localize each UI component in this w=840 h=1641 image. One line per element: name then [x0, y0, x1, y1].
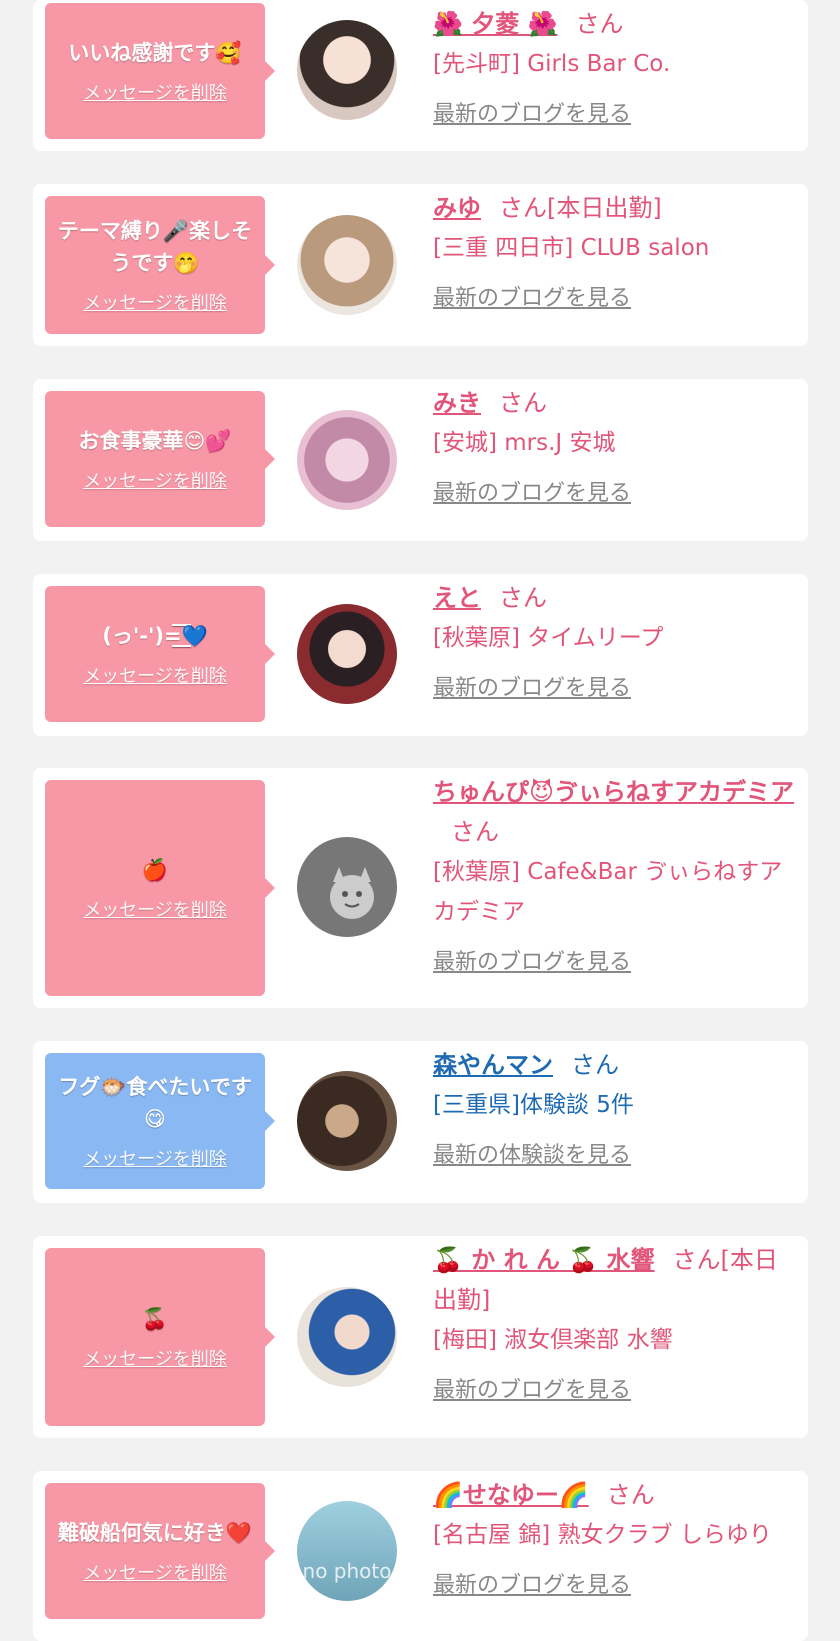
latest-blog-link[interactable]: 最新のブログを見る — [433, 1372, 798, 1404]
latest-blog-link[interactable]: 最新のブログを見る — [433, 96, 798, 128]
name-suffix: さん — [571, 1051, 619, 1079]
message-text: 🍒 — [141, 1307, 169, 1331]
message-bubble: 🍒 メッセージを削除 — [45, 1248, 275, 1426]
message-bubble: 🍎 メッセージを削除 — [45, 780, 275, 996]
cast-name-link[interactable]: みゆ — [433, 194, 481, 222]
message-text: いいね感謝です🥰 — [68, 41, 242, 65]
message-card: フグ🐡食べたいです😋 メッセージを削除 森やんマン さん [三重県]体験談 5件 … — [33, 1041, 808, 1203]
shop-label: [秋葉原] タイムリープ — [433, 625, 664, 651]
message-card: お食事豪華😊💕 メッセージを削除 みき さん [安城] mrs.J 安城 最新のブ… — [33, 379, 808, 541]
delete-message-link[interactable]: メッセージを削除 — [83, 79, 227, 105]
shop-label: [梅田] 淑女倶楽部 水響 — [433, 1327, 673, 1353]
delete-message-link[interactable]: メッセージを削除 — [83, 1145, 227, 1171]
message-bubble: フグ🐡食べたいです😋 メッセージを削除 — [45, 1053, 275, 1189]
message-card: 🍎 メッセージを削除 ちゅんぴ😈ゔぃらねすアカデミアさん [秋葉原] Cafe&… — [33, 768, 808, 1008]
message-text: テーマ縛り🎤楽しそうです🤭 — [57, 219, 253, 275]
name-suffix: さん — [499, 389, 547, 417]
name-suffix: さん — [606, 1481, 655, 1509]
delete-message-link[interactable]: メッセージを削除 — [83, 289, 227, 315]
avatar[interactable]: no photo — [297, 1501, 397, 1601]
mascot-icon — [330, 867, 374, 919]
name-suffix: さん — [499, 584, 547, 612]
avatar[interactable] — [297, 410, 397, 510]
message-text: フグ🐡食べたいです😋 — [58, 1075, 252, 1131]
no-photo-label: no photo — [302, 1559, 392, 1583]
message-text: お食事豪華😊💕 — [78, 429, 232, 453]
latest-blog-link[interactable]: 最新のブログを見る — [433, 944, 798, 976]
name-suffix: さん[本日出勤] — [499, 194, 662, 222]
message-card: いいね感謝です🥰 メッセージを削除 🌺 夕菱 🌺 さん [先斗町] Girls B… — [33, 0, 808, 151]
cast-name-link[interactable]: ちゅんぴ😈ゔぃらねすアカデミア — [433, 778, 794, 806]
message-card: 🍒 メッセージを削除 🍒 か れ ん 🍒 水響 さん[本日出勤] [梅田] 淑女倶… — [33, 1236, 808, 1438]
cast-name-link[interactable]: 🍒 か れ ん 🍒 水響 — [433, 1246, 655, 1274]
avatar[interactable] — [297, 1287, 397, 1387]
delete-message-link[interactable]: メッセージを削除 — [83, 896, 227, 922]
delete-message-link[interactable]: メッセージを削除 — [83, 1345, 227, 1371]
latest-blog-link[interactable]: 最新のブログを見る — [433, 670, 798, 702]
message-bubble: 難破船何気に好き❤️ メッセージを削除 — [45, 1483, 275, 1619]
message-card: テーマ縛り🎤楽しそうです🤭 メッセージを削除 みゆ さん[本日出勤] [三重 四日… — [33, 184, 808, 346]
message-text: 🍎 — [141, 858, 169, 882]
latest-experience-link[interactable]: 最新の体験談を見る — [433, 1137, 798, 1169]
message-bubble: (っ'-')=͟͟͞͞💙 メッセージを削除 — [45, 586, 275, 722]
shop-label: [秋葉原] Cafe&Bar ゔぃらねすアカデミア — [433, 859, 783, 925]
avatar[interactable] — [297, 604, 397, 704]
cast-name-link[interactable]: 🌺 夕菱 🌺 — [433, 10, 557, 38]
message-card: 難破船何気に好き❤️ メッセージを削除 no photo 🌈せなゆー🌈 さん [名… — [33, 1471, 808, 1641]
avatar[interactable] — [297, 1071, 397, 1171]
shop-label: [安城] mrs.J 安城 — [433, 430, 616, 456]
latest-blog-link[interactable]: 最新のブログを見る — [433, 475, 798, 507]
message-text: (っ'-')=͟͟͞͞💙 — [102, 624, 208, 648]
avatar[interactable] — [297, 837, 397, 937]
latest-blog-link[interactable]: 最新のブログを見る — [433, 280, 798, 312]
cast-name-link[interactable]: えと — [433, 584, 481, 612]
message-text: 難破船何気に好き❤️ — [57, 1521, 253, 1545]
message-bubble: お食事豪華😊💕 メッセージを削除 — [45, 391, 275, 527]
message-card: (っ'-')=͟͟͞͞💙 メッセージを削除 えと さん [秋葉原] タイムリープ … — [33, 574, 808, 736]
message-bubble: いいね感謝です🥰 メッセージを削除 — [45, 3, 275, 139]
delete-message-link[interactable]: メッセージを削除 — [83, 1559, 227, 1585]
cast-name-link[interactable]: 森やんマン — [433, 1051, 553, 1079]
avatar[interactable] — [297, 215, 397, 315]
latest-blog-link[interactable]: 最新のブログを見る — [433, 1567, 798, 1599]
shop-label: [三重県]体験談 5件 — [433, 1092, 634, 1118]
message-bubble: テーマ縛り🎤楽しそうです🤭 メッセージを削除 — [45, 196, 275, 334]
message-list: いいね感謝です🥰 メッセージを削除 🌺 夕菱 🌺 さん [先斗町] Girls B… — [0, 0, 840, 1641]
delete-message-link[interactable]: メッセージを削除 — [83, 467, 227, 493]
name-suffix: さん — [451, 818, 499, 846]
shop-label: [先斗町] Girls Bar Co. — [433, 51, 671, 77]
cast-name-link[interactable]: みき — [433, 389, 481, 417]
cast-name-link[interactable]: 🌈せなゆー🌈 — [433, 1481, 589, 1509]
shop-label: [名古屋 錦] 熟女クラブ しらゆり — [433, 1522, 772, 1548]
delete-message-link[interactable]: メッセージを削除 — [83, 662, 227, 688]
shop-label: [三重 四日市] CLUB salon — [433, 235, 710, 261]
avatar[interactable] — [297, 20, 397, 120]
name-suffix: さん — [575, 10, 624, 38]
